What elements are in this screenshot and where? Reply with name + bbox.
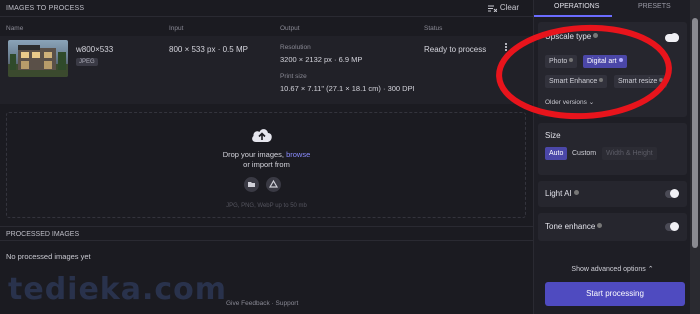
- watermark-logo: tedieka.com: [8, 272, 228, 307]
- info-icon: [569, 58, 574, 62]
- output-resolution: 3200 × 2132 px · 6.9 MP: [280, 55, 363, 64]
- col-input-header: Input: [169, 25, 184, 32]
- advanced-label: Show advanced options: [571, 266, 646, 273]
- tone-enhance-card: Tone enhance: [538, 213, 687, 241]
- image-thumbnail: [8, 40, 68, 77]
- upscale-option-smart-resize[interactable]: Smart resize: [614, 75, 668, 88]
- chip-label: Digital art: [587, 58, 617, 65]
- col-output-header: Output: [280, 25, 300, 32]
- footer-separator: ·: [271, 300, 274, 307]
- right-tabs: OPERATIONS PRESETS: [534, 0, 691, 17]
- give-feedback-link[interactable]: Give Feedback: [226, 300, 270, 307]
- clear-label: Clear: [499, 3, 519, 12]
- tone-enhance-label: Tone enhance: [545, 222, 596, 231]
- info-icon: [593, 33, 599, 38]
- col-status-header: Status: [424, 25, 443, 32]
- cloud-upload-icon: [252, 129, 272, 142]
- size-option-width-height[interactable]: Width & Height: [602, 147, 657, 160]
- output-resolution-label: Resolution: [280, 44, 311, 51]
- chip-label: Smart Enhance: [549, 78, 598, 85]
- chevron-down-icon: ⌄: [588, 99, 595, 106]
- drop-text-line2: or import from: [243, 160, 290, 169]
- output-print-label: Print size: [280, 73, 307, 80]
- support-link[interactable]: Support: [276, 300, 299, 307]
- images-header: IMAGES TO PROCESS Clear: [0, 0, 533, 17]
- dropzone-hint: JPG, PNG, WebP up to 50 mb: [226, 203, 307, 209]
- info-icon: [659, 78, 664, 82]
- size-option-auto[interactable]: Auto: [545, 147, 568, 160]
- show-advanced-options[interactable]: Show advanced options ⌃: [534, 265, 691, 273]
- operations-panel: OPERATIONS PRESETS Upscale type Photo Di…: [533, 0, 690, 314]
- info-icon: [573, 190, 579, 195]
- image-filename: w800×533: [76, 45, 114, 54]
- processed-header: PROCESSED IMAGES: [0, 226, 533, 241]
- image-row[interactable]: w800×533 JPEG 800 × 533 px · 0.5 MP Reso…: [0, 36, 533, 104]
- input-info: 800 × 533 px · 0.5 MP: [169, 45, 248, 54]
- upscale-type-card: Upscale type Photo Digital art Smart Enh…: [538, 22, 687, 117]
- size-option-custom[interactable]: Custom: [568, 147, 600, 160]
- tab-presets[interactable]: PRESETS: [638, 3, 671, 10]
- images-title: IMAGES TO PROCESS: [6, 5, 85, 12]
- light-ai-title: Light AI: [545, 189, 579, 198]
- clear-list-icon: [487, 5, 498, 13]
- start-processing-button[interactable]: Start processing: [545, 282, 685, 306]
- older-versions-link[interactable]: Older versions ⌄: [545, 98, 594, 106]
- processed-title: PROCESSED IMAGES: [6, 231, 80, 238]
- upscale-option-smart-enhance[interactable]: Smart Enhance: [545, 75, 608, 88]
- tone-enhance-toggle[interactable]: [665, 222, 679, 231]
- images-panel: IMAGES TO PROCESS Clear Name Input Outpu…: [0, 0, 533, 314]
- older-versions-label: Older versions: [545, 99, 587, 106]
- image-status: Ready to process: [424, 45, 487, 54]
- format-badge: JPEG: [76, 58, 98, 66]
- info-icon: [618, 58, 623, 62]
- folder-import-icon[interactable]: [244, 177, 259, 192]
- upscale-toggle[interactable]: [665, 33, 679, 42]
- chevron-up-icon: ⌃: [647, 266, 654, 273]
- chip-label: Photo: [549, 58, 568, 65]
- drop-text-line1: Drop your images, browse: [0, 150, 533, 159]
- footer: Give Feedback · Support: [226, 300, 298, 307]
- processed-empty-text: No processed images yet: [6, 252, 91, 261]
- output-print: 10.67 × 7.11" (27.1 × 18.1 cm) · 300 DPI: [280, 84, 415, 93]
- tab-operations[interactable]: OPERATIONS: [554, 3, 599, 10]
- tone-enhance-title: Tone enhance: [545, 222, 603, 231]
- light-ai-card: Light AI: [538, 181, 687, 207]
- upscale-type-label: Upscale type: [545, 32, 592, 41]
- scrollbar-thumb[interactable]: [692, 18, 698, 248]
- browse-link[interactable]: browse: [286, 150, 310, 159]
- size-card: Size Auto Custom Width & Height: [538, 123, 687, 175]
- drop-text: Drop your images,: [222, 150, 284, 159]
- col-name-header: Name: [6, 25, 24, 32]
- more-options-icon[interactable]: [503, 42, 509, 55]
- clear-button[interactable]: Clear: [487, 3, 519, 13]
- chip-label: Smart resize: [618, 78, 658, 85]
- upscale-type-title: Upscale type: [545, 32, 599, 41]
- info-icon: [597, 223, 603, 228]
- google-drive-icon[interactable]: [266, 177, 281, 192]
- scrollbar[interactable]: [690, 0, 700, 314]
- upscale-option-digital-art[interactable]: Digital art: [583, 55, 627, 68]
- size-title: Size: [545, 131, 561, 140]
- light-ai-toggle[interactable]: [665, 189, 679, 198]
- info-icon: [599, 78, 604, 82]
- light-ai-label: Light AI: [545, 189, 572, 198]
- active-tab-indicator: [534, 15, 612, 17]
- upscale-option-photo[interactable]: Photo: [545, 55, 578, 68]
